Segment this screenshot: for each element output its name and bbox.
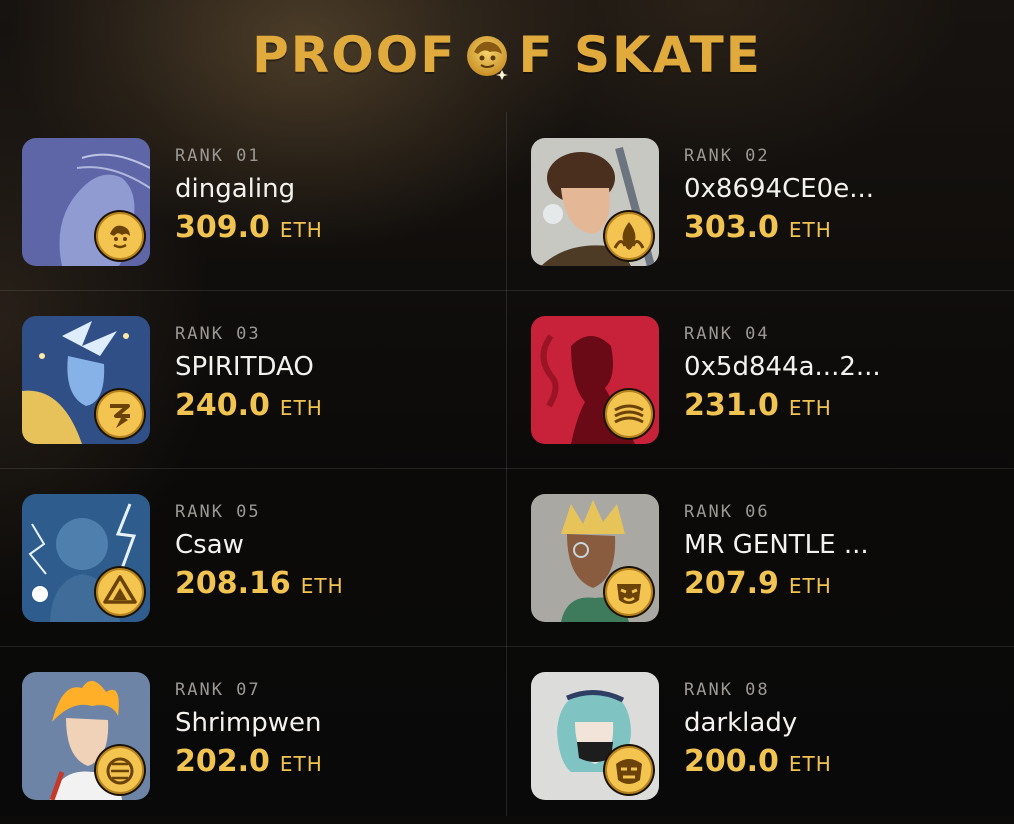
eth-amount: 207.9 <box>684 566 779 601</box>
rank-label: RANK 06 <box>684 502 770 522</box>
amount-row: 303.0 ETH <box>684 210 874 245</box>
rank-label: RANK 08 <box>684 680 770 700</box>
entry-info: RANK 03 SPIRITDAO 240.0 ETH <box>175 324 323 423</box>
mask-badge-icon <box>603 566 655 618</box>
leaderboard-entry[interactable]: RANK 03 SPIRITDAO 240.0 ETH <box>0 290 506 468</box>
leaderboard-entry[interactable]: RANK 01 dingaling 309.0 ETH <box>0 112 506 290</box>
currency-unit: ETH <box>300 574 344 598</box>
eth-amount: 309.0 <box>175 210 270 245</box>
eth-amount: 303.0 <box>684 210 779 245</box>
avatar[interactable] <box>22 494 150 622</box>
leaderboard-entry[interactable]: RANK 05 Csaw 208.16 ETH <box>0 468 506 646</box>
player-name[interactable]: MR GENTLE ... <box>684 530 869 560</box>
leaderboard-entry[interactable]: RANK 07 Shrimpwen 202.0 ETH <box>0 646 506 824</box>
eth-amount: 231.0 <box>684 388 779 423</box>
avatar[interactable] <box>531 672 659 800</box>
page-header: PROOF F SKATE <box>0 0 1014 110</box>
leaderboard-entry[interactable]: RANK 06 MR GENTLE ... 207.9 ETH <box>507 468 1013 646</box>
player-name[interactable]: 0x5d844a...2... <box>684 352 881 382</box>
rank-label: RANK 02 <box>684 146 770 166</box>
leaderboard-entry[interactable]: RANK 04 0x5d844a...2... 231.0 ETH <box>507 290 1013 468</box>
wave-badge-icon <box>603 388 655 440</box>
title-right: F SKATE <box>518 26 762 84</box>
avatar[interactable] <box>22 672 150 800</box>
lion-badge-icon <box>94 210 146 262</box>
currency-unit: ETH <box>279 218 323 242</box>
amount-row: 208.16 ETH <box>175 566 344 601</box>
amount-row: 309.0 ETH <box>175 210 323 245</box>
currency-unit: ETH <box>788 574 832 598</box>
eth-amount: 202.0 <box>175 744 270 779</box>
entry-info: RANK 08 darklady 200.0 ETH <box>684 680 832 779</box>
rank-label: RANK 04 <box>684 324 770 344</box>
player-name[interactable]: darklady <box>684 708 832 738</box>
amount-row: 231.0 ETH <box>684 388 881 423</box>
currency-unit: ETH <box>279 752 323 776</box>
rank-label: RANK 03 <box>175 324 261 344</box>
avatar[interactable] <box>531 494 659 622</box>
currency-unit: ETH <box>279 396 323 420</box>
avatar[interactable] <box>531 316 659 444</box>
tiger-badge-icon <box>94 744 146 796</box>
rank-label: RANK 07 <box>175 680 261 700</box>
golden-lion-emblem-icon <box>467 36 509 80</box>
player-name[interactable]: Csaw <box>175 530 344 560</box>
entry-info: RANK 01 dingaling 309.0 ETH <box>175 146 323 245</box>
entry-info: RANK 05 Csaw 208.16 ETH <box>175 502 344 601</box>
player-name[interactable]: SPIRITDAO <box>175 352 323 382</box>
page-title: PROOF F SKATE <box>252 26 762 84</box>
eth-amount: 208.16 <box>175 566 291 601</box>
player-name[interactable]: Shrimpwen <box>175 708 323 738</box>
entry-info: RANK 02 0x8694CE0e... 303.0 ETH <box>684 146 874 245</box>
rank-label: RANK 05 <box>175 502 261 522</box>
player-name[interactable]: 0x8694CE0e... <box>684 174 874 204</box>
currency-unit: ETH <box>788 396 832 420</box>
leaderboard-entry[interactable]: RANK 02 0x8694CE0e... 303.0 ETH <box>507 112 1013 290</box>
leaderboard-entry[interactable]: RANK 08 darklady 200.0 ETH <box>507 646 1013 824</box>
mountain-badge-icon <box>94 566 146 618</box>
currency-unit: ETH <box>788 752 832 776</box>
entry-info: RANK 07 Shrimpwen 202.0 ETH <box>175 680 323 779</box>
entry-info: RANK 04 0x5d844a...2... 231.0 ETH <box>684 324 881 423</box>
avatar[interactable] <box>22 138 150 266</box>
avatar[interactable] <box>531 138 659 266</box>
avatar[interactable] <box>22 316 150 444</box>
amount-row: 200.0 ETH <box>684 744 832 779</box>
oni-badge-icon <box>603 744 655 796</box>
rank-label: RANK 01 <box>175 146 261 166</box>
amount-row: 240.0 ETH <box>175 388 323 423</box>
eth-amount: 200.0 <box>684 744 779 779</box>
player-name[interactable]: dingaling <box>175 174 323 204</box>
currency-unit: ETH <box>788 218 832 242</box>
entry-info: RANK 06 MR GENTLE ... 207.9 ETH <box>684 502 869 601</box>
eth-amount: 240.0 <box>175 388 270 423</box>
amount-row: 207.9 ETH <box>684 566 869 601</box>
flame-badge-icon <box>603 210 655 262</box>
title-left: PROOF <box>252 26 457 84</box>
lightning-badge-icon <box>94 388 146 440</box>
amount-row: 202.0 ETH <box>175 744 323 779</box>
